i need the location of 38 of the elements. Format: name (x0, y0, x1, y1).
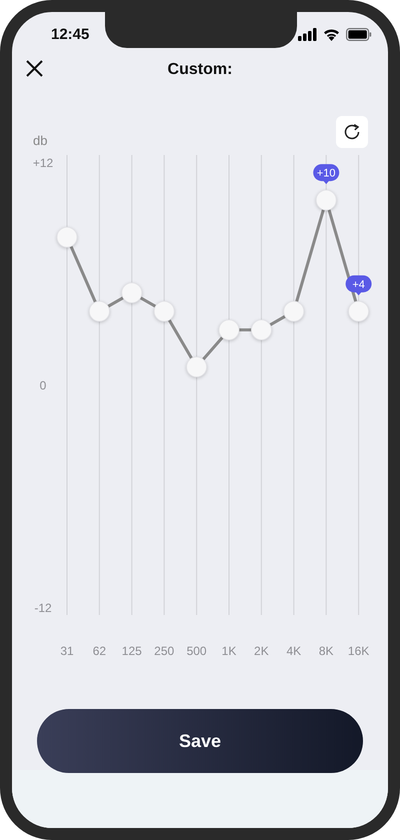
eq-handle[interactable] (56, 226, 78, 248)
axis-label: -12 (34, 601, 52, 615)
frequency-label: 8K (318, 644, 334, 658)
eq-handle[interactable] (316, 190, 337, 210)
eq-handle[interactable] (89, 300, 110, 322)
signal-icon (298, 28, 317, 40)
battery-icon (346, 28, 372, 40)
screen-title: Custom: (168, 61, 232, 79)
close-button[interactable] (26, 60, 43, 77)
frequency-label: 4K (286, 644, 302, 658)
value-badge: +4 (346, 275, 372, 296)
eq-handle[interactable] (186, 356, 207, 378)
eq-handle[interactable] (121, 282, 142, 304)
frequency-label: 16K (348, 644, 370, 658)
frequency-label: 500 (186, 644, 207, 658)
frequency-label: 250 (154, 644, 174, 658)
save-button[interactable]: Save (37, 709, 363, 773)
status-time: 12:45 (51, 26, 90, 42)
value-badge: +10 (313, 164, 340, 184)
eq-handle[interactable] (154, 300, 175, 322)
refresh-icon (343, 123, 361, 141)
eq-handle[interactable] (348, 300, 369, 322)
eq-handle[interactable] (283, 300, 304, 322)
annotation: +4 (352, 278, 365, 291)
axis-label: 0 (40, 378, 46, 392)
axis-label: +12 (32, 156, 54, 170)
wifi-icon (323, 28, 340, 40)
frequency-label: 125 (122, 644, 142, 658)
reset-button[interactable] (336, 116, 368, 148)
close-icon (26, 60, 43, 77)
eq-handle[interactable] (251, 319, 272, 340)
unit-label: db (33, 133, 48, 148)
frequency-label: 31 (60, 644, 74, 658)
frequency-label: 2K (254, 644, 269, 658)
eq-handle[interactable] (218, 319, 240, 340)
frequency-label: 1K (222, 644, 236, 658)
annotation: +10 (316, 168, 336, 180)
frequency-label: 62 (92, 644, 106, 658)
